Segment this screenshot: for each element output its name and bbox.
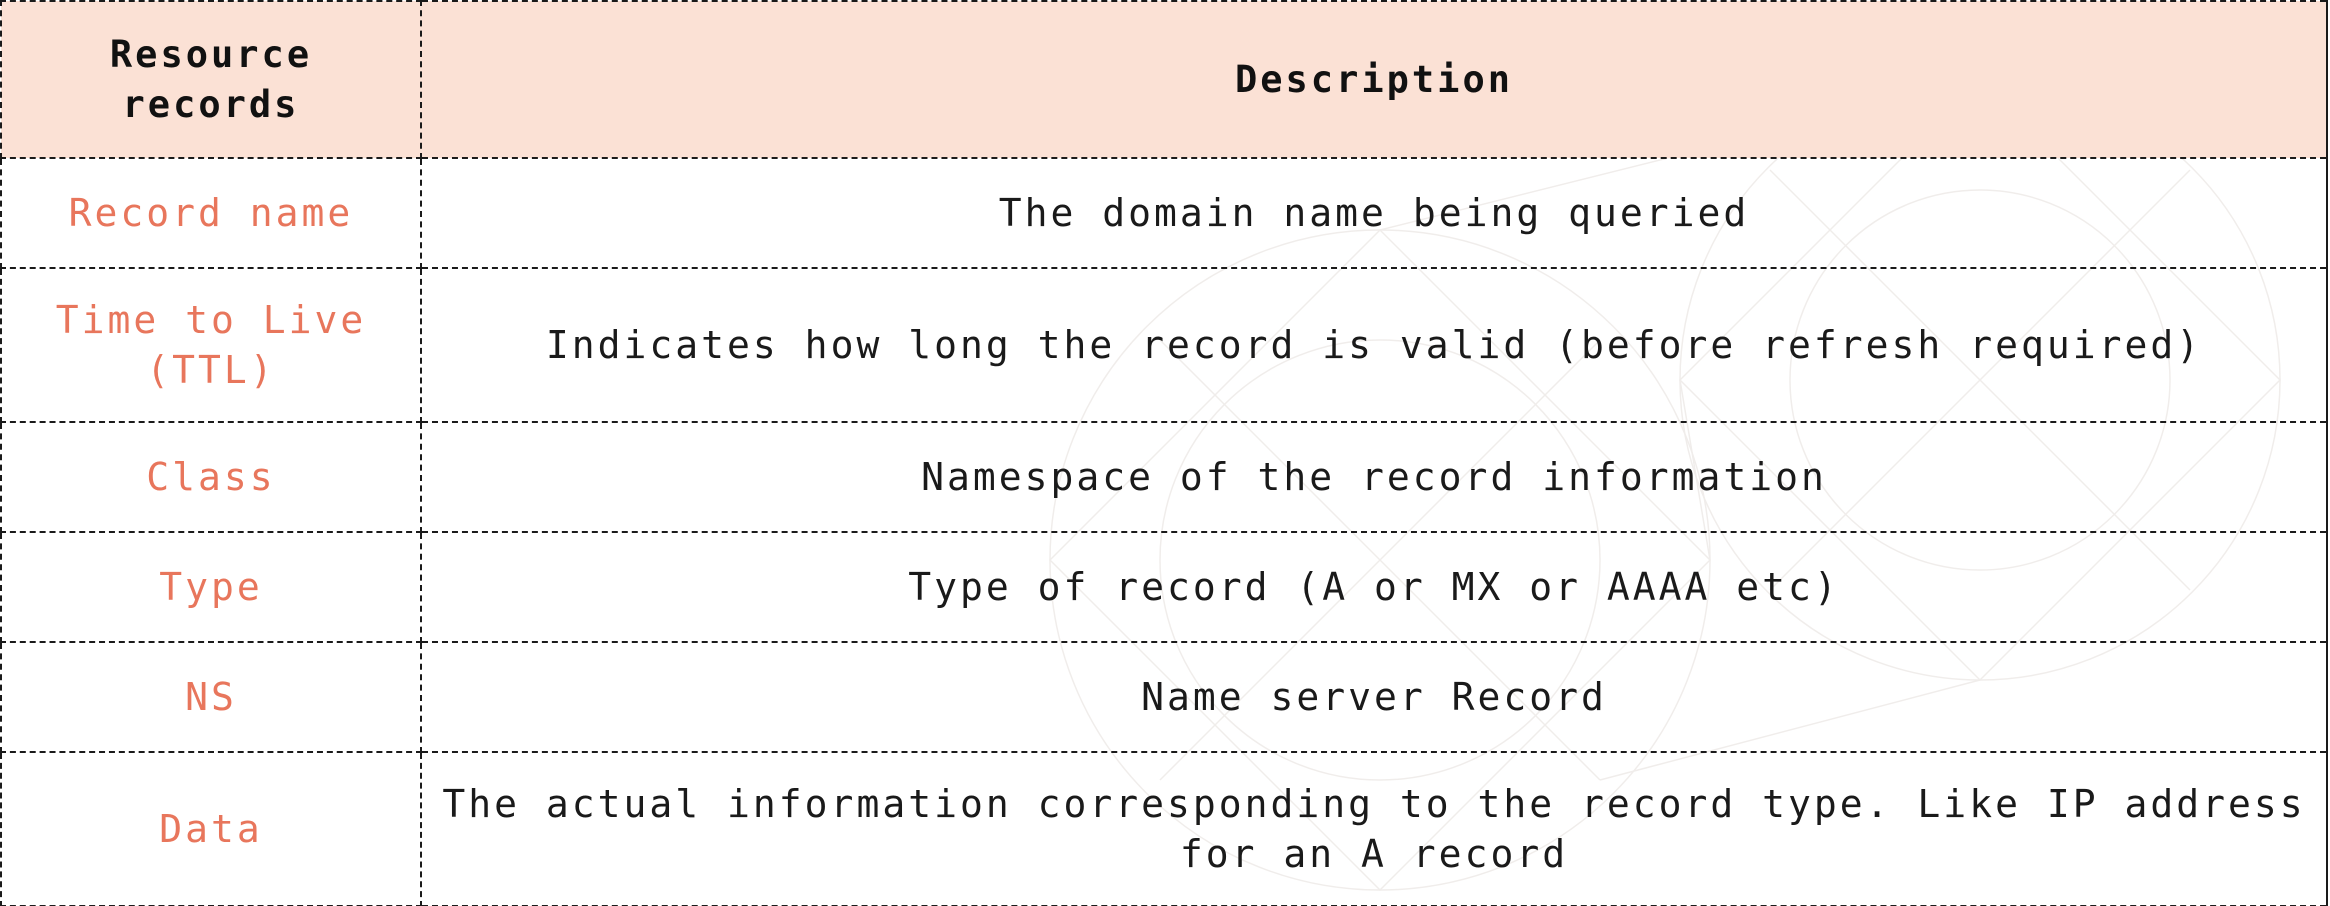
table-row: Data The actual information correspondin… <box>0 751 2328 906</box>
table-row: Type Type of record (A or MX or AAAA etc… <box>0 531 2328 643</box>
record-cell: Data <box>0 751 422 906</box>
table-row: NS Name server Record <box>0 641 2328 753</box>
record-cell: NS <box>0 641 422 753</box>
description-cell: The domain name being queried <box>420 157 2328 269</box>
record-cell: Record name <box>0 157 422 269</box>
header-description: Description <box>420 0 2328 159</box>
resource-records-table: Resource records Description Record name… <box>0 0 2328 906</box>
record-cell: Type <box>0 531 422 643</box>
record-cell: Time to Live (TTL) <box>0 267 422 423</box>
table-row: Class Namespace of the record informatio… <box>0 421 2328 533</box>
table-body: Record name The domain name being querie… <box>0 157 2328 906</box>
description-cell: Namespace of the record information <box>420 421 2328 533</box>
description-cell: The actual information corresponding to … <box>420 751 2328 906</box>
table-row: Record name The domain name being querie… <box>0 157 2328 269</box>
header-resource-records: Resource records <box>0 0 422 159</box>
description-cell: Type of record (A or MX or AAAA etc) <box>420 531 2328 643</box>
header-row: Resource records Description <box>0 0 2328 159</box>
description-cell: Name server Record <box>420 641 2328 753</box>
description-cell: Indicates how long the record is valid (… <box>420 267 2328 423</box>
table-header: Resource records Description <box>0 0 2328 159</box>
record-cell: Class <box>0 421 422 533</box>
table-row: Time to Live (TTL) Indicates how long th… <box>0 267 2328 423</box>
